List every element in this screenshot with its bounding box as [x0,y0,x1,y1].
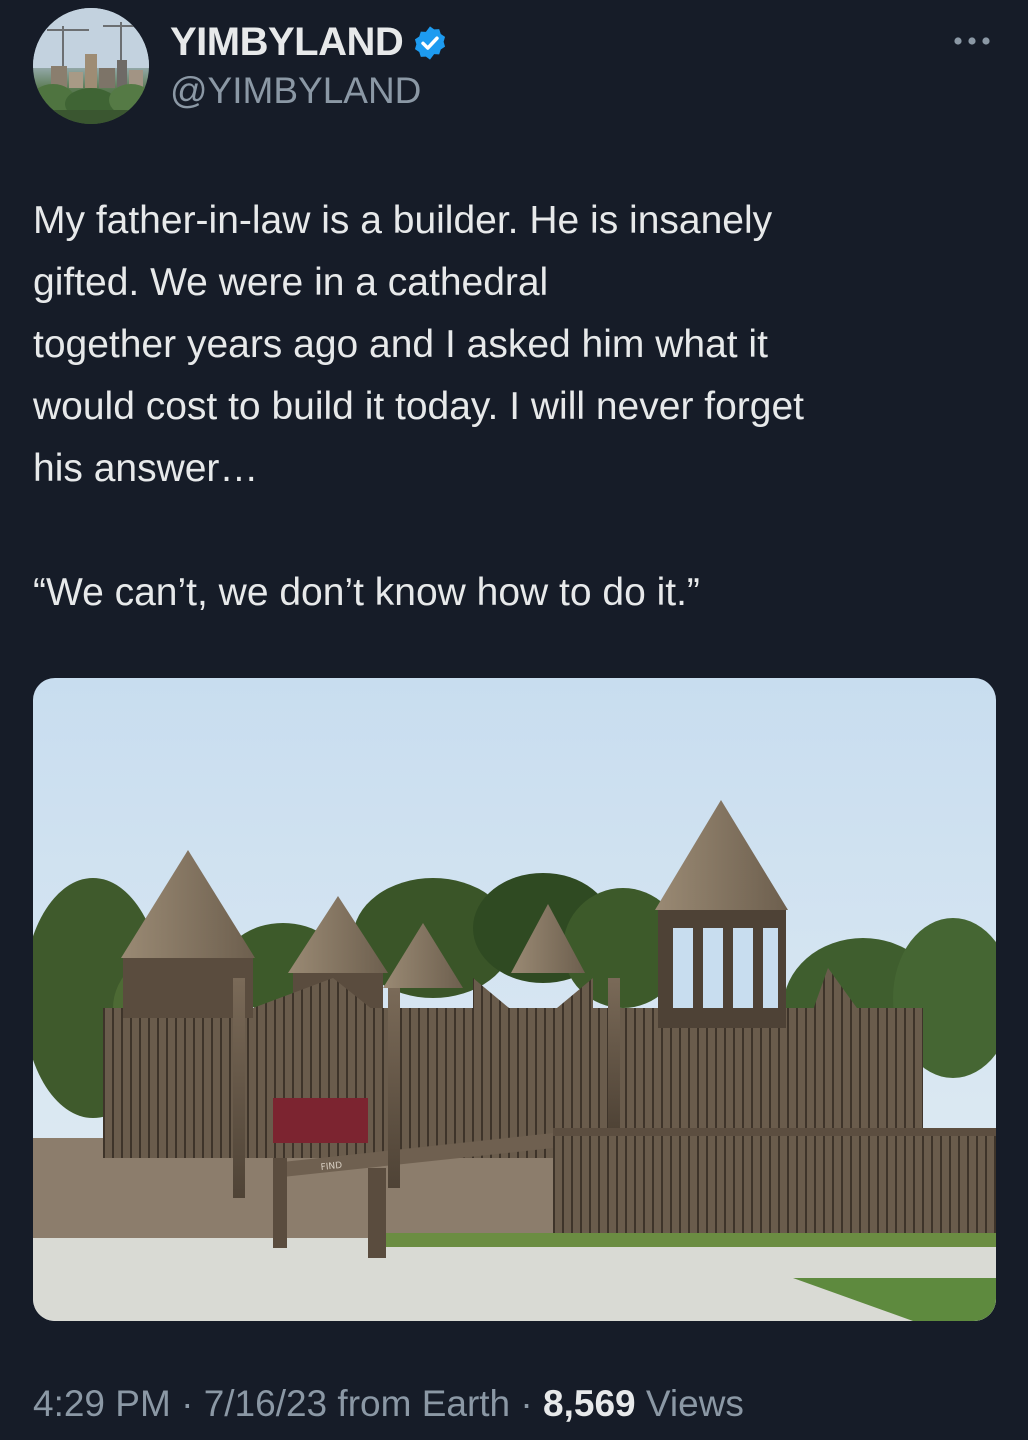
tweet-meta: 4:29 PM · 7/16/23 from Earth · 8,569 Vie… [33,1383,744,1425]
paragraph-break [33,500,993,562]
tweet-text-line: would cost to build it today. I will nev… [33,385,804,428]
tweet-text-line: gifted. We were in a cathedral [33,261,549,304]
tweet-time[interactable]: 4:29 PM [33,1383,171,1424]
tweet-photo[interactable]: FIND [33,678,996,1321]
meta-separator: · [520,1383,533,1424]
tweet-text: My father-in-law is a builder. He is ins… [33,190,993,624]
display-name-text: YIMBYLAND [170,20,404,64]
city-skyline-avatar-icon [33,8,149,124]
views-count: 8,569 [543,1383,636,1424]
tweet-text-line: his answer… [33,447,259,490]
tweet-text-line: My father-in-law is a builder. He is ins… [33,199,773,242]
views-label: Views [645,1383,744,1424]
display-name[interactable]: YIMBYLAND [170,20,449,65]
verified-badge-icon [415,25,446,60]
tweet-source: from Earth [337,1383,511,1424]
author-handle[interactable]: @YIMBYLAND [170,70,421,112]
tweet-date[interactable]: 7/16/23 [204,1383,327,1424]
meta-separator: · [181,1383,194,1424]
tweet-text-line: together years ago and I asked him what … [33,323,768,366]
avatar[interactable] [33,8,149,124]
more-options-icon[interactable] [950,26,994,56]
tweet-quote-line: “We can’t, we don’t know how to do it.” [33,571,700,614]
wooden-castle-playground-image: FIND [33,678,996,1321]
